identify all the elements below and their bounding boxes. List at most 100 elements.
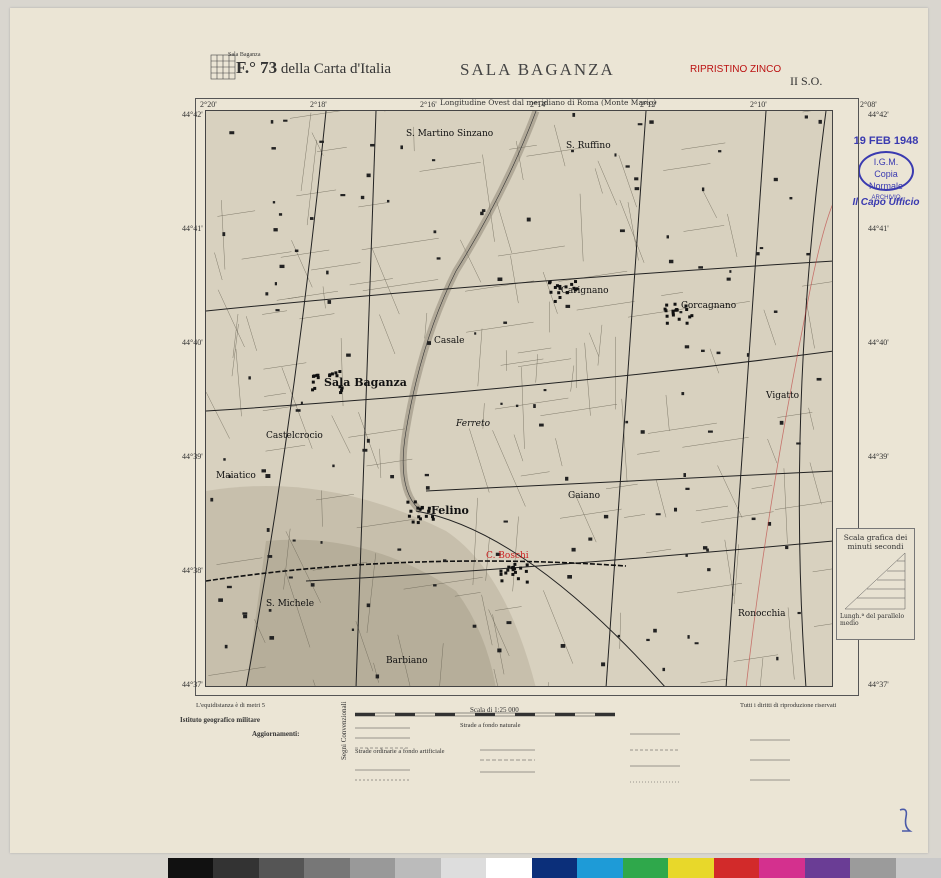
town-block xyxy=(504,571,508,575)
building xyxy=(707,568,711,572)
building xyxy=(346,353,351,357)
right-coordinate-label: 44°42' xyxy=(868,110,889,119)
equidistance-note: L'equidistanza è di metri 5 xyxy=(196,702,266,709)
building xyxy=(326,270,329,275)
building xyxy=(619,229,625,233)
building xyxy=(539,423,544,427)
building xyxy=(309,217,314,220)
building xyxy=(261,469,266,473)
town-block xyxy=(506,568,510,572)
color-swatch xyxy=(395,858,441,878)
field-boundary xyxy=(637,450,660,455)
building xyxy=(360,195,365,200)
building xyxy=(662,667,666,672)
field-boundary xyxy=(646,548,672,554)
town-block xyxy=(665,303,669,307)
building xyxy=(718,150,722,153)
building xyxy=(222,232,226,237)
place-label: Barbiano xyxy=(386,656,428,666)
town-block xyxy=(316,373,320,377)
topographic-map[interactable]: Sala Baganza Felino Casale Ferreto Carignano… xyxy=(205,110,833,687)
building xyxy=(366,438,370,443)
building xyxy=(472,624,477,628)
place-label: Casale xyxy=(434,336,465,346)
road xyxy=(425,470,832,492)
building xyxy=(506,621,512,625)
building xyxy=(274,282,277,286)
building xyxy=(776,656,779,661)
field-boundary xyxy=(802,111,812,113)
building xyxy=(218,598,223,602)
place-label: S. Ruffino xyxy=(566,141,611,151)
field-boundary xyxy=(767,438,778,464)
town-block xyxy=(411,520,415,524)
building xyxy=(785,546,789,550)
building xyxy=(634,187,640,191)
road xyxy=(798,111,827,686)
field-boundary xyxy=(656,479,667,518)
building xyxy=(773,310,778,313)
building xyxy=(655,513,661,516)
town-block xyxy=(549,290,553,294)
building xyxy=(707,430,713,433)
field-boundary xyxy=(543,590,574,664)
building xyxy=(266,528,270,532)
color-swatch xyxy=(213,858,259,878)
building xyxy=(543,389,547,392)
building xyxy=(481,209,486,213)
field-boundary xyxy=(296,189,337,197)
town-block xyxy=(547,281,551,285)
building xyxy=(474,332,477,335)
town-block xyxy=(555,284,559,288)
field-boundary xyxy=(605,483,638,490)
field-boundary xyxy=(682,437,749,448)
right-coordinate-label: 44°37' xyxy=(868,680,889,689)
building xyxy=(759,247,764,250)
color-swatch xyxy=(440,858,487,878)
place-label: Carignano xyxy=(561,286,609,296)
field-boundary xyxy=(594,168,603,194)
field-boundary xyxy=(349,278,393,286)
field-boundary xyxy=(289,111,341,119)
town-block xyxy=(407,514,411,518)
place-label: S. Michele xyxy=(266,599,315,609)
town-block xyxy=(311,388,315,392)
town-block xyxy=(418,517,422,521)
town-block xyxy=(409,509,413,513)
color-swatch xyxy=(622,858,669,878)
field-boundary xyxy=(494,397,569,410)
building xyxy=(386,199,390,203)
field-boundary xyxy=(379,448,382,478)
field-boundary xyxy=(263,362,307,370)
field-boundary xyxy=(340,338,344,407)
color-swatch xyxy=(577,858,623,878)
building xyxy=(698,266,704,269)
building xyxy=(351,628,355,631)
institute-name: Istituto geografico militare xyxy=(180,716,260,724)
building xyxy=(503,321,508,324)
building xyxy=(270,120,274,124)
place-label: Gaiano xyxy=(568,491,601,501)
top-coordinate-label: 2°16' xyxy=(420,100,437,109)
building xyxy=(362,448,368,452)
building xyxy=(292,539,296,542)
building xyxy=(533,404,536,408)
building xyxy=(427,341,432,345)
field-boundary xyxy=(570,365,575,392)
color-swatch xyxy=(349,858,396,878)
right-coordinate-label: 44°39' xyxy=(868,452,889,461)
building xyxy=(756,252,760,256)
building xyxy=(310,583,315,587)
color-swatch xyxy=(713,858,760,878)
road xyxy=(206,260,832,312)
field-boundary xyxy=(477,328,483,387)
building xyxy=(503,520,508,523)
building xyxy=(625,165,630,168)
building xyxy=(571,547,576,552)
building xyxy=(431,159,436,162)
field-boundary xyxy=(763,309,776,346)
field-boundary xyxy=(513,434,524,462)
building xyxy=(288,576,293,579)
field-boundary xyxy=(299,313,335,320)
right-coordinate-label: 44°40' xyxy=(868,338,889,347)
